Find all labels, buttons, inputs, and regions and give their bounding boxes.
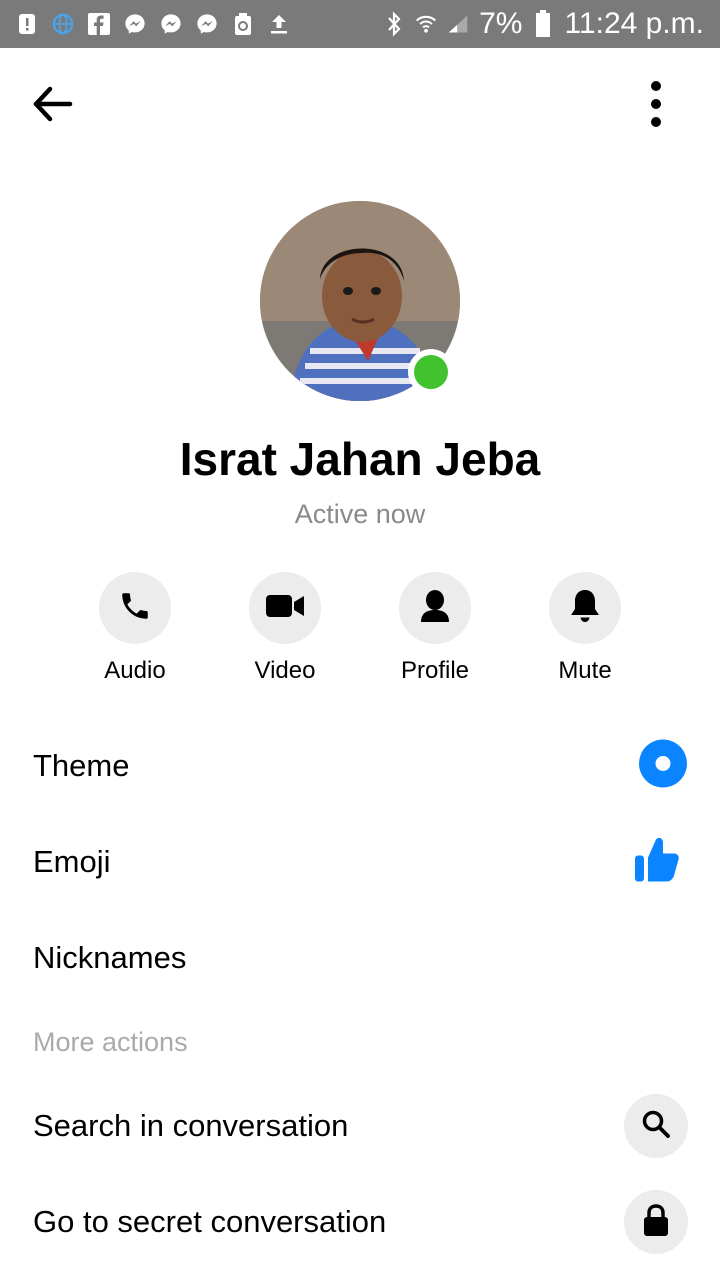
upload-icon — [268, 13, 290, 35]
video-call-button[interactable]: Video — [210, 572, 360, 686]
secret-conversation-row[interactable]: Go to secret conversation — [0, 1174, 720, 1270]
emoji-row[interactable]: Emoji — [0, 814, 720, 910]
bell-icon — [569, 588, 601, 629]
theme-color-icon — [638, 739, 688, 794]
signal-icon — [447, 13, 469, 35]
person-icon — [419, 589, 451, 628]
contact-name: Israt Jahan Jeba — [179, 433, 541, 485]
wifi-icon — [415, 13, 437, 35]
recycle-icon — [232, 13, 254, 35]
theme-row[interactable]: Theme — [0, 718, 720, 814]
nicknames-row[interactable]: Nicknames — [0, 910, 720, 1006]
messenger-icon — [124, 13, 146, 35]
status-bar: 7% 11:24 p.m. — [0, 0, 720, 48]
search-icon — [641, 1109, 671, 1144]
theme-label: Theme — [33, 748, 130, 783]
more-options-button[interactable] — [632, 78, 680, 130]
bluetooth-icon — [383, 11, 405, 37]
search-in-conversation-row[interactable]: Search in conversation — [0, 1078, 720, 1174]
search-in-conversation-label: Search in conversation — [33, 1108, 349, 1143]
notification-icons — [16, 13, 290, 35]
online-status-indicator — [408, 349, 454, 395]
phone-icon — [118, 589, 152, 628]
messenger-icon — [160, 13, 182, 35]
mute-label: Mute — [558, 657, 612, 684]
video-camera-icon — [265, 591, 305, 626]
clock: 11:24 p.m. — [564, 7, 704, 40]
more-actions-heading: More actions — [33, 1027, 188, 1057]
more-vert-icon — [632, 81, 680, 134]
back-button[interactable] — [28, 82, 84, 126]
back-arrow-icon — [28, 86, 76, 130]
audio-call-button[interactable]: Audio — [60, 572, 210, 686]
facebook-icon — [88, 13, 110, 35]
battery-percent: 7% — [479, 7, 523, 40]
thumbs-up-icon — [634, 836, 680, 889]
messenger-icon — [196, 13, 218, 35]
audio-label: Audio — [104, 657, 166, 684]
app-bar — [0, 48, 720, 160]
browser-icon — [52, 13, 74, 35]
nicknames-label: Nicknames — [33, 940, 187, 975]
secret-conversation-label: Go to secret conversation — [33, 1204, 387, 1239]
active-status: Active now — [294, 499, 426, 529]
emoji-label: Emoji — [33, 844, 111, 879]
quick-actions: Audio Video Profile Mute — [0, 572, 720, 692]
battery-icon — [532, 10, 554, 37]
alert-icon — [16, 13, 38, 35]
lock-icon — [642, 1203, 670, 1242]
profile-label: Profile — [400, 657, 470, 684]
system-status: 7% 11:24 p.m. — [383, 7, 704, 41]
profile-button[interactable]: Profile — [360, 572, 510, 686]
profile-avatar[interactable] — [260, 201, 460, 401]
video-label: Video — [254, 657, 316, 684]
mute-button[interactable]: Mute — [510, 572, 660, 686]
